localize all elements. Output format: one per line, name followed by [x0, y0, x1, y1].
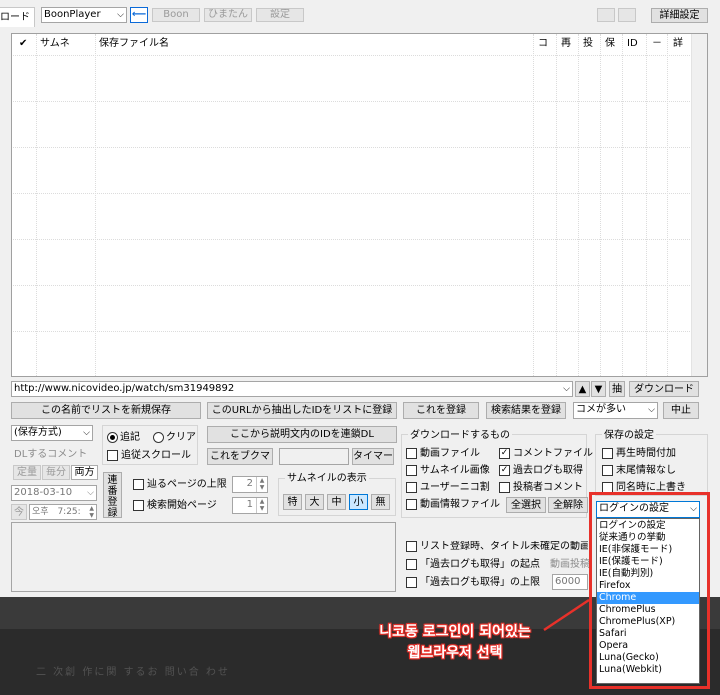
annotation-line-1: 니코동 로그인이 되어있는 [379, 624, 531, 640]
annotation-connector-line [543, 598, 590, 632]
annotation-callout: 니코동 로그인이 되어있는 웹브라우저 선택 [360, 622, 550, 664]
annotation-line-2: 웹브라우저 선택 [407, 645, 503, 661]
